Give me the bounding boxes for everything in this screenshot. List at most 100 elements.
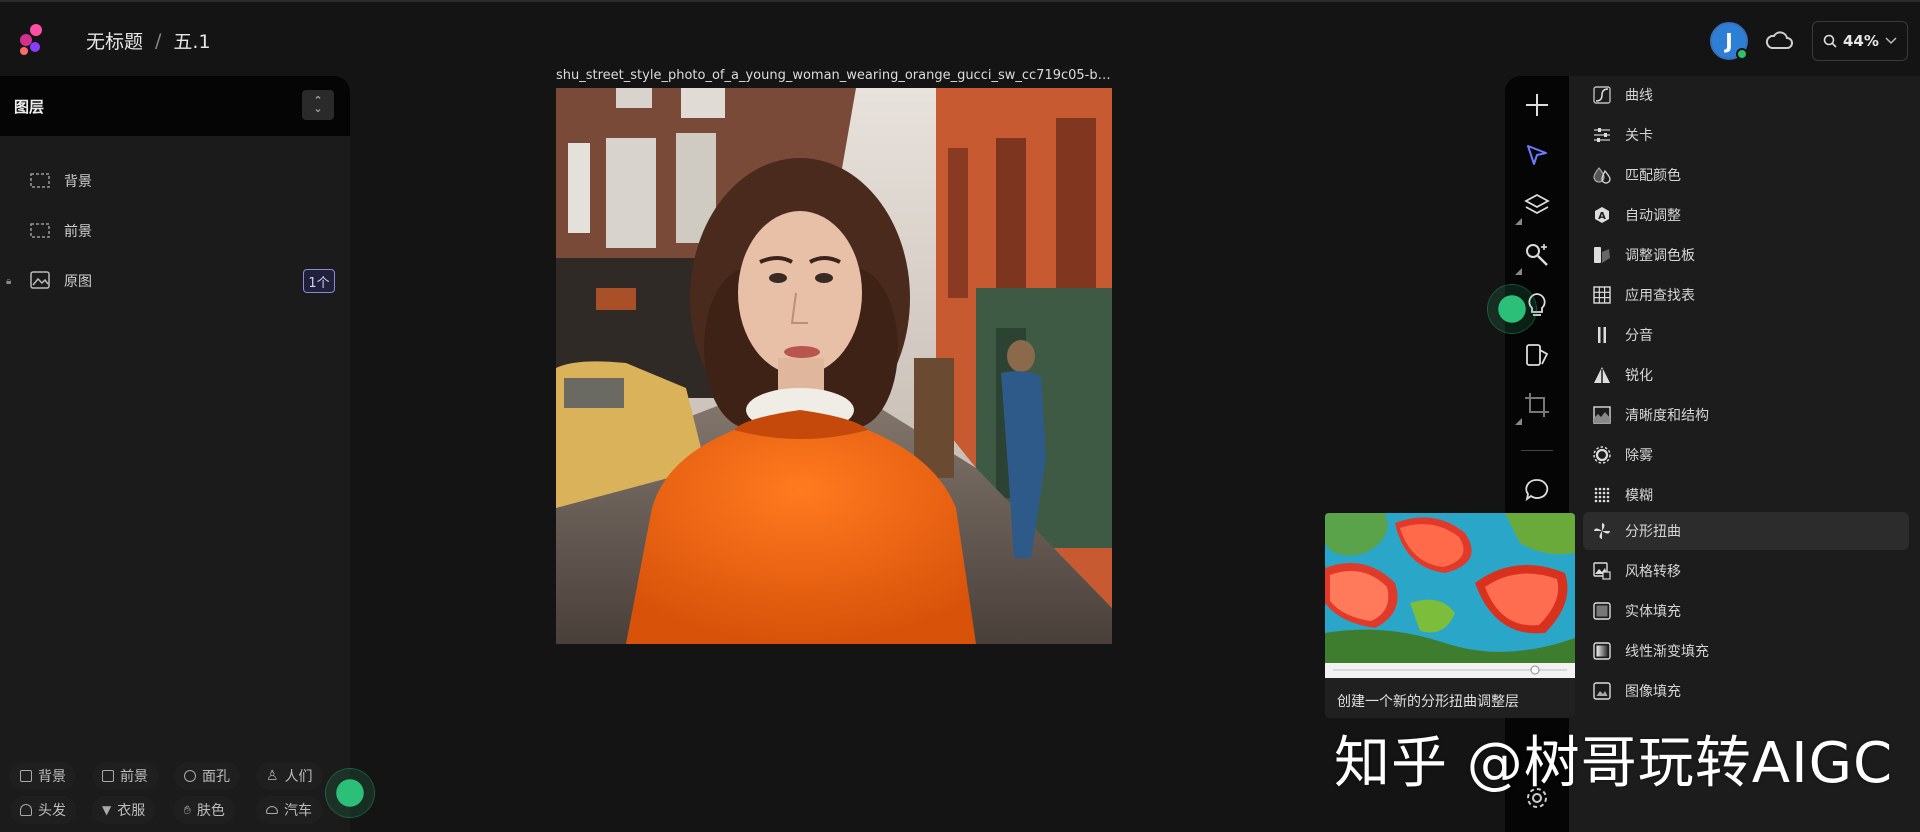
cloud-sync-icon[interactable] (1764, 28, 1794, 52)
submenu-indicator (1515, 268, 1522, 275)
layer-item-foreground[interactable]: 前景 (0, 211, 350, 251)
blur-icon (1594, 487, 1610, 503)
watermark: 知乎 @树哥玩转AIGC (1334, 731, 1894, 796)
menu-item-style-transfer[interactable]: 风格转移 (1583, 552, 1909, 590)
magic-search-tool-button[interactable] (1521, 239, 1553, 271)
layer-item-background[interactable]: 背景 (0, 161, 350, 201)
paint-icon (1526, 344, 1549, 366)
menu-item-label: 风格转移 (1625, 564, 1681, 580)
avatar[interactable]: J (1710, 22, 1748, 60)
foreground-icon (102, 770, 114, 782)
menu-item-blur[interactable]: 模糊 (1583, 476, 1909, 514)
match-color-icon (1593, 167, 1611, 184)
app-logo-icon[interactable] (16, 22, 48, 56)
assistant-orb-button[interactable] (325, 768, 375, 818)
project-title[interactable]: 无标题 (86, 27, 143, 54)
menu-item-curves[interactable]: 曲线 (1583, 76, 1909, 114)
menu-item-image-fill[interactable]: 图像填充 (1583, 672, 1909, 710)
menu-item-gradient-fill[interactable]: 线性渐变填充 (1583, 632, 1909, 670)
crop-icon (1525, 393, 1549, 417)
menu-item-label: 关卡 (1625, 128, 1653, 144)
svg-text:A: A (1598, 211, 1606, 222)
menu-item-label: 应用查找表 (1625, 288, 1695, 304)
comment-tool-button[interactable] (1521, 474, 1553, 506)
menu-item-label: 实体填充 (1625, 604, 1681, 620)
layer-name: 原图 (64, 274, 92, 290)
tag-label: 前景 (120, 769, 148, 785)
tag-face[interactable]: 面孔 (174, 762, 240, 790)
paint-tool-button[interactable] (1521, 339, 1553, 371)
breadcrumb-separator: / (155, 29, 162, 52)
fractal-preview-tooltip: 创建一个新的分形扭曲调整层 (1325, 513, 1575, 718)
hair-icon (20, 804, 32, 816)
menu-item-label: 清晰度和结构 (1625, 408, 1709, 424)
menu-item-palette[interactable]: 调整调色板 (1583, 236, 1909, 274)
tag-label: 头发 (38, 803, 66, 819)
tag-background[interactable]: 背景 (10, 762, 76, 790)
tag-label: 衣服 (117, 803, 146, 819)
add-tool-button[interactable] (1521, 89, 1553, 121)
collapse-panel-button[interactable]: ⌃ ⌄ (302, 90, 334, 120)
submenu-indicator (1515, 218, 1522, 225)
layers-panel-header: 图层 ⌃ ⌄ (0, 76, 350, 136)
tag-people[interactable]: ♙ 人们 (256, 762, 323, 790)
tag-label: 肤色 (196, 803, 225, 819)
online-status-dot (1736, 48, 1748, 60)
chat-bubble-icon (1525, 479, 1549, 502)
layer-item-original[interactable]: 🔒︎ 原图 1个 (0, 261, 350, 301)
menu-item-lut[interactable]: 应用查找表 (1583, 276, 1909, 314)
tag-skin[interactable]: ✋︎ 肤色 (174, 796, 235, 824)
image-fill-icon (1593, 682, 1611, 700)
tag-foreground[interactable]: 前景 (92, 762, 158, 790)
canvas-photo[interactable] (556, 88, 1112, 644)
select-tool-button[interactable] (1521, 139, 1553, 171)
submenu-indicator (1515, 418, 1522, 425)
breadcrumb: 无标题 / 五.1 (86, 27, 211, 54)
menu-item-match-color[interactable]: 匹配颜色 (1583, 156, 1909, 194)
layers-tool-button[interactable] (1521, 189, 1553, 221)
menu-item-fractal-distort[interactable]: 分形扭曲 (1583, 512, 1909, 550)
plus-icon (1526, 94, 1548, 116)
dashed-selection-icon (30, 223, 50, 238)
solid-fill-icon (1593, 602, 1611, 620)
tag-clothes[interactable]: ▼ 衣服 (92, 796, 156, 824)
avatar-initial: J (1725, 29, 1733, 53)
palette-icon (1594, 247, 1610, 263)
tag-car[interactable]: 汽车 (256, 796, 322, 824)
menu-item-dehaze[interactable]: 除雾 (1583, 436, 1909, 474)
tag-hair[interactable]: 头发 (10, 796, 76, 824)
layer-name: 背景 (64, 174, 92, 190)
menu-item-label: 锐化 (1625, 368, 1653, 384)
menu-item-label: 除雾 (1625, 448, 1653, 464)
lock-icon[interactable]: 🔒︎ (6, 276, 11, 287)
image-icon (30, 271, 50, 289)
menu-item-label: 匹配颜色 (1625, 168, 1681, 184)
menu-item-split-tone[interactable]: 分音 (1583, 316, 1909, 354)
layers-stack-icon (1524, 193, 1550, 215)
menu-item-solid-fill[interactable]: 实体填充 (1583, 592, 1909, 630)
menu-item-auto-adjust[interactable]: A 自动调整 (1583, 196, 1909, 234)
menu-item-clarity[interactable]: 清晰度和结构 (1583, 396, 1909, 434)
gradient-fill-icon (1593, 642, 1611, 660)
menu-item-label: 自动调整 (1625, 208, 1681, 224)
rail-divider (1521, 450, 1553, 451)
menu-item-sharpen[interactable]: 锐化 (1583, 356, 1909, 394)
assistant-orb-button[interactable] (1487, 284, 1537, 334)
layer-name: 前景 (64, 224, 92, 240)
background-icon (20, 770, 32, 782)
menu-item-label: 曲线 (1625, 88, 1653, 104)
tag-label: 汽车 (284, 803, 312, 819)
split-tone-icon (1598, 327, 1606, 343)
page-title[interactable]: 五.1 (173, 27, 210, 54)
zoom-value: 44% (1843, 32, 1879, 50)
clarity-icon (1593, 406, 1611, 424)
menu-item-levels[interactable]: 关卡 (1583, 116, 1909, 154)
levels-icon (1594, 128, 1610, 142)
search-icon (1823, 34, 1837, 48)
layer-count-badge[interactable]: 1个 (303, 269, 335, 293)
fractal-preview-image (1325, 513, 1575, 678)
layers-panel-title: 图层 (14, 97, 45, 116)
magic-search-icon (1526, 244, 1548, 266)
crop-tool-button[interactable] (1521, 389, 1553, 421)
zoom-dropdown[interactable]: 44% (1812, 21, 1908, 61)
